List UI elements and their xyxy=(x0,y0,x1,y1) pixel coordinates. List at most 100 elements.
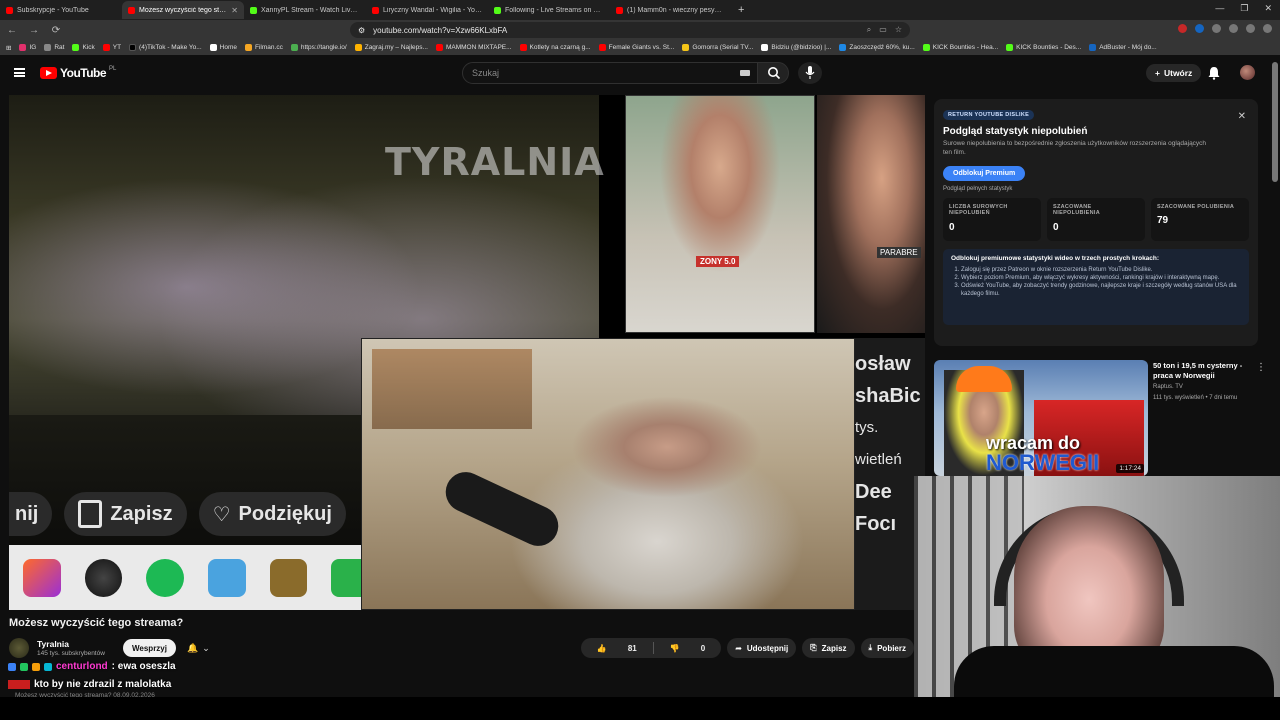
window-controls: — ❐ ✕ xyxy=(1215,3,1272,14)
close-window-icon[interactable]: ✕ xyxy=(1264,3,1272,14)
kitchen-shelf xyxy=(372,349,532,429)
bookmark-item[interactable]: Home xyxy=(209,44,237,51)
microphone-arm xyxy=(439,465,565,553)
recommended-title[interactable]: 50 ton i 19,5 m cysterny - praca w Norwe… xyxy=(1153,361,1249,381)
bookmark-item[interactable]: Bidziu (@bidzioo) |... xyxy=(761,44,831,51)
back-arrow-icon[interactable]: ← xyxy=(6,25,18,36)
bookmark-icon xyxy=(78,500,103,528)
menu-icon[interactable] xyxy=(1263,24,1272,33)
bookmark-star-icon[interactable]: ☆ xyxy=(895,25,902,35)
bookmark-item[interactable]: Female Giants vs. St... xyxy=(598,44,674,51)
video-player[interactable]: TYRALNIA ZONY 5.0 PARABRE nij Zapisz ♡ Po… xyxy=(9,95,925,610)
account-avatar[interactable] xyxy=(1240,65,1255,80)
browser-tab[interactable]: Following - Live Streams on Kick xyxy=(488,1,610,19)
youtube-favicon-icon xyxy=(128,6,135,14)
notifications-button[interactable] xyxy=(1208,66,1220,83)
notification-settings-button[interactable]: 🔔 ⌄ xyxy=(181,639,216,657)
browser-tab[interactable]: Subskrypcje - YouTube xyxy=(0,1,122,19)
bookmark-item[interactable]: Filman.cc xyxy=(245,44,283,51)
site-info-icon[interactable]: ⚙ xyxy=(358,26,365,35)
channel-row: Tyralnia 145 tys. subskrybentów Wesprzyj… xyxy=(9,638,914,658)
search-input[interactable]: Szukaj xyxy=(462,62,758,84)
install-icon[interactable]: ▭ xyxy=(879,25,887,35)
bookmark-item[interactable]: Rat xyxy=(44,44,64,51)
extension-icon[interactable] xyxy=(1195,24,1204,33)
channel-name[interactable]: Tyralnia xyxy=(37,639,69,649)
channel-avatar[interactable] xyxy=(9,638,29,658)
bookmark-item[interactable]: Zaoszczędź 60%, ku... xyxy=(839,44,915,51)
browser-tab[interactable]: XannyPL Stream - Watch Live on Kick xyxy=(244,1,366,19)
recommended-thumbnail[interactable]: wracam do NORWEGII 1:17:24 xyxy=(934,360,1148,476)
streamer-shirt xyxy=(954,646,1274,697)
premium-steps: Odblokuj premiumowe statystyki wideo w t… xyxy=(943,248,1249,325)
browser-tab[interactable]: (1) Mamm0n - wieczny pesymista, ol xyxy=(610,1,732,19)
new-tab-button[interactable]: + xyxy=(738,4,744,16)
maximize-icon[interactable]: ❐ xyxy=(1240,3,1248,14)
bookmark-favicon-icon xyxy=(1089,44,1097,51)
bookmark-item[interactable]: (4)TikTok - Make Yo... xyxy=(129,44,202,51)
zoomed-action-bar: nij Zapisz ♡ Podziękuj xyxy=(9,485,369,543)
search-button[interactable] xyxy=(757,62,789,84)
bookmark-favicon-icon xyxy=(682,44,690,51)
create-button[interactable]: + Utwórz xyxy=(1146,64,1202,82)
keyboard-icon[interactable] xyxy=(740,70,750,76)
browser-tab-strip: Subskrypcje - YouTube Możesz wyczyścić t… xyxy=(0,0,1280,20)
close-tab-icon[interactable]: ✕ xyxy=(231,6,238,15)
share-button[interactable]: ➦ Udostępnij xyxy=(727,638,797,658)
browser-toolbar: ← → ⟳ ⚙ youtube.com/watch?v=Xzw66KLxbFA … xyxy=(0,20,1280,40)
extensions-area xyxy=(1178,24,1272,33)
plus-icon: + xyxy=(1155,68,1160,78)
save-button[interactable]: ⎘ Zapisz xyxy=(802,638,855,658)
youtube-logo[interactable]: YouTube PL xyxy=(40,66,116,80)
bookmark-item[interactable]: Kotlety na czarną g... xyxy=(519,44,591,51)
recommended-channel[interactable]: Raptus. TV xyxy=(1153,384,1183,390)
bottom-black-bar xyxy=(0,697,1280,720)
bookmark-favicon-icon xyxy=(839,44,847,51)
bookmark-favicon-icon xyxy=(19,44,27,51)
browser-tab-active[interactable]: Możesz wyczyścić tego strea ✕ xyxy=(122,1,244,19)
bookmark-favicon-icon xyxy=(354,44,362,51)
bookmark-favicon-icon xyxy=(209,44,217,51)
support-button[interactable]: Wesprzyj xyxy=(123,639,176,657)
close-icon[interactable]: ✕ xyxy=(1238,111,1246,122)
voice-search-button[interactable] xyxy=(798,62,822,84)
streamer-webcam xyxy=(361,338,855,610)
bookmark-item[interactable]: YT xyxy=(102,44,121,51)
bookmark-item[interactable]: Gomorra (Serial TV... xyxy=(682,44,753,51)
page-scrollbar[interactable] xyxy=(1272,62,1278,182)
bookmark-item[interactable]: KICK Bounties - Hea... xyxy=(922,44,998,51)
like-button[interactable]: 👍 81 xyxy=(581,644,653,653)
browser-tab[interactable]: Liryczny Wandal - Wigilia - YouTube xyxy=(366,1,488,19)
hamburger-menu-icon[interactable] xyxy=(14,68,25,77)
bookmark-item[interactable]: MAMMON MIXTAPE... xyxy=(435,44,512,51)
extension-icon[interactable] xyxy=(1178,24,1187,33)
dislike-stats-panel: RETURN YOUTUBE DISLIKE ✕ Podgląd statyst… xyxy=(934,99,1258,346)
bookmark-favicon-icon xyxy=(761,44,769,51)
apps-grid-icon[interactable]: ⊞ xyxy=(6,44,11,52)
unlock-premium-button[interactable]: Odblokuj Premium xyxy=(943,165,1026,181)
stat-card: SZACOWANE NIEPOLUBIENIA 0 xyxy=(1047,197,1145,241)
minimize-icon[interactable]: — xyxy=(1215,3,1224,14)
download-icon[interactable] xyxy=(1246,24,1255,33)
bookmark-item[interactable]: IG xyxy=(19,44,36,51)
recommended-video[interactable]: wracam do NORWEGII 1:17:24 50 ton i 19,5 … xyxy=(934,360,1266,476)
zoom-icon[interactable]: ⌕ xyxy=(867,25,871,35)
reload-icon[interactable]: ⟳ xyxy=(50,25,62,36)
extension-icon[interactable] xyxy=(1212,24,1221,33)
bookmark-item[interactable]: https://tangle.io/ xyxy=(290,44,347,51)
bookmarks-bar: ⊞ IG Rat Kick YT (4)TikTok - Make Yo... … xyxy=(0,40,1280,55)
panel-title: Podgląd statystyk niepolubień xyxy=(943,126,1088,137)
zoomed-pill: nij xyxy=(9,492,53,536)
more-options-icon[interactable]: ⋮ xyxy=(1256,362,1266,373)
chat-badge-icon xyxy=(44,662,52,671)
bookmark-item[interactable]: Kick xyxy=(72,44,95,51)
bookmark-item[interactable]: Zagraj.my – Najleps... xyxy=(354,44,428,51)
bookmark-item[interactable]: KICK Bounties - Des... xyxy=(1006,44,1081,51)
forward-arrow-icon[interactable]: → xyxy=(28,25,40,36)
stat-card: LICZBA SUROWYCH NIEPOLUBIEŃ 0 xyxy=(943,197,1041,241)
dislike-button[interactable]: 👎 0 xyxy=(654,644,721,653)
address-bar[interactable]: ⚙ youtube.com/watch?v=Xzw66KLxbFA ⌕ ▭ ☆ xyxy=(350,22,910,38)
extension-icon[interactable] xyxy=(1229,24,1238,33)
bookmark-item[interactable]: AdBuster - Mój do... xyxy=(1089,44,1157,51)
download-button[interactable]: ⤓ Pobierz xyxy=(860,638,914,658)
